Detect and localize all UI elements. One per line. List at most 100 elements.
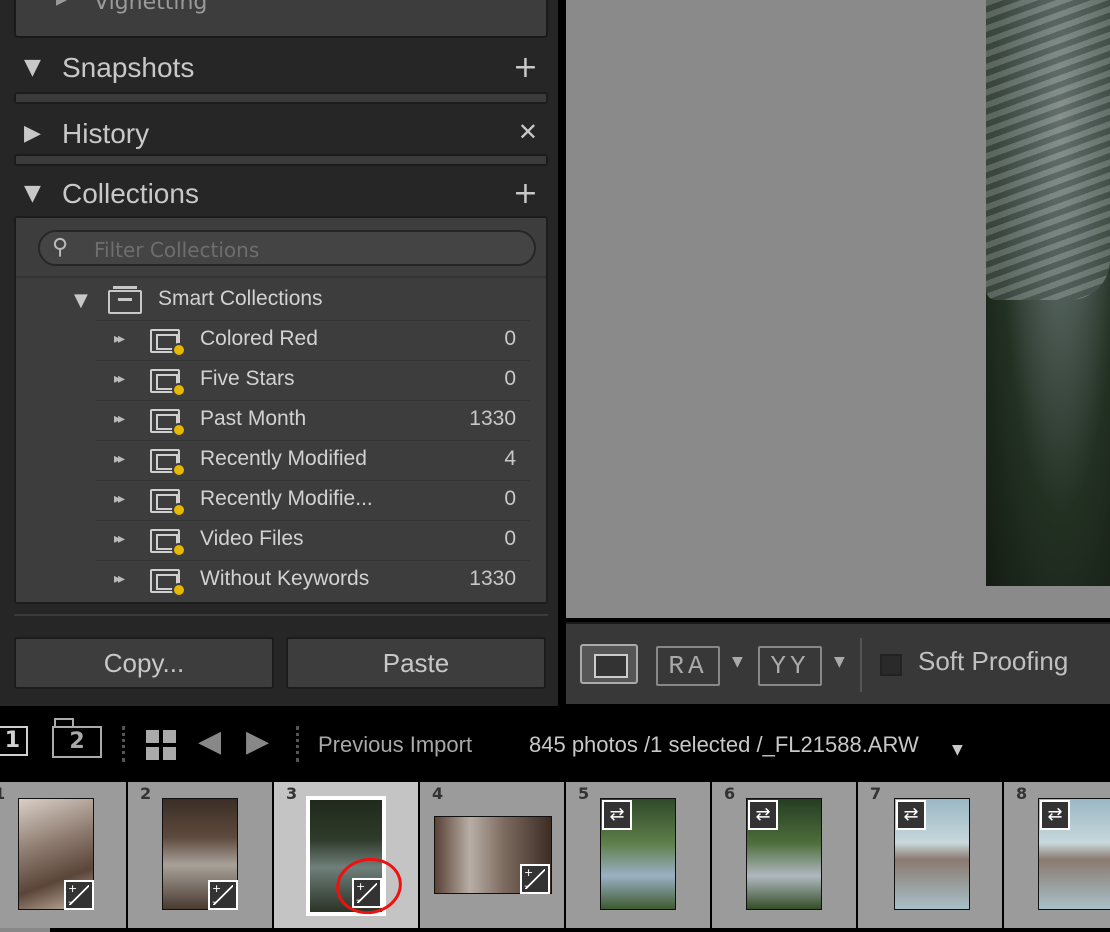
- search-icon: ⚲: [52, 235, 69, 260]
- filmstrip: 1 2 3 4 5 ⇄ 6 ⇄ 7 ⇄ 8 ⇄: [0, 778, 1110, 932]
- history-header[interactable]: ▶ History ✕: [14, 108, 548, 160]
- filmstrip-cell[interactable]: 8 ⇄: [1004, 782, 1110, 928]
- virtual-copy-icon: ⇄: [748, 800, 778, 830]
- filmstrip-scrollbar[interactable]: [0, 928, 50, 932]
- image-viewer[interactable]: [566, 0, 1110, 618]
- filmstrip-cell[interactable]: 7 ⇄: [858, 782, 1002, 928]
- develop-adjustments-icon[interactable]: [64, 880, 94, 910]
- collections-header[interactable]: ▼ Collections +: [14, 168, 548, 220]
- primary-window-button[interactable]: 1: [0, 726, 28, 756]
- chevron-down-icon[interactable]: ▼: [952, 742, 963, 758]
- vignetting-expand-icon[interactable]: ▶: [56, 0, 67, 8]
- loupe-view-icon[interactable]: [580, 644, 638, 684]
- chevron-down-icon[interactable]: ▼: [732, 654, 743, 670]
- snapshots-collapse-icon[interactable]: ▼: [24, 55, 41, 80]
- filter-collections-placeholder: Filter Collections: [94, 238, 260, 262]
- divider: [16, 276, 546, 278]
- smart-collection-item[interactable]: ▸▸ Video Files 0: [96, 520, 530, 560]
- vignetting-label[interactable]: Vignetting: [94, 0, 207, 15]
- smart-collection-label: Video Files: [200, 527, 304, 550]
- cell-number: 7: [870, 784, 882, 803]
- cell-number: 2: [140, 784, 152, 803]
- grid-view-icon[interactable]: [146, 730, 176, 760]
- history-expand-icon[interactable]: ▶: [24, 121, 41, 146]
- smart-collection-item[interactable]: ▸▸ Five Stars 0: [96, 360, 530, 400]
- drag-handle-icon: ▸▸: [114, 571, 125, 587]
- snapshots-header[interactable]: ▼ Snapshots +: [14, 42, 548, 94]
- divider: [296, 726, 299, 762]
- soft-proofing-label[interactable]: Soft Proofing: [918, 646, 1068, 677]
- smart-collection-label: Past Month: [200, 407, 307, 430]
- left-panel: ▶ Vignetting ▼ Snapshots + ▶ History ✕ ▼…: [0, 0, 558, 706]
- virtual-copy-icon: ⇄: [1040, 800, 1070, 830]
- develop-adjustments-icon[interactable]: [520, 864, 550, 894]
- filmstrip-source-label[interactable]: Previous Import: [318, 732, 472, 758]
- cell-number: 5: [578, 784, 590, 803]
- drag-handle-icon: ▸▸: [114, 411, 125, 427]
- copy-settings-button[interactable]: Copy...: [14, 637, 274, 689]
- smart-collection-label: Colored Red: [200, 327, 318, 350]
- before-after-yy-button[interactable]: YY: [758, 646, 822, 686]
- add-collection-button[interactable]: +: [513, 176, 538, 211]
- smart-collection-count: 0: [504, 487, 516, 510]
- drag-handle-icon: ▸▸: [114, 371, 125, 387]
- develop-adjustments-icon[interactable]: [208, 880, 238, 910]
- cell-number: 8: [1016, 784, 1028, 803]
- smart-collection-label: Recently Modifie...: [200, 487, 373, 510]
- smart-collection-count: 0: [504, 367, 516, 390]
- smart-collection-count: 4: [504, 447, 516, 470]
- filmstrip-cell[interactable]: 1: [0, 782, 126, 928]
- collection-set-icon: [108, 286, 142, 314]
- gear-icon: [172, 543, 186, 557]
- back-arrow-icon[interactable]: ◀: [198, 724, 221, 759]
- smart-collection-item[interactable]: ▸▸ Recently Modified 4: [96, 440, 530, 480]
- filmstrip-cell[interactable]: 6 ⇄: [712, 782, 856, 928]
- cell-number: 6: [724, 784, 736, 803]
- smart-collection-count: 0: [504, 327, 516, 350]
- filmstrip-cell[interactable]: 5 ⇄: [566, 782, 710, 928]
- cell-number: 3: [286, 784, 298, 803]
- gear-icon: [172, 423, 186, 437]
- before-after-ra-button[interactable]: RA: [656, 646, 720, 686]
- collections-collapse-icon[interactable]: ▼: [24, 181, 41, 206]
- smart-collection-item[interactable]: ▸▸ Colored Red 0: [96, 320, 530, 360]
- divider: [860, 638, 862, 692]
- snapshots-title: Snapshots: [62, 52, 195, 83]
- filmstrip-count-label[interactable]: 845 photos /1 selected /_FL21588.ARW: [529, 732, 919, 758]
- clear-history-button[interactable]: ✕: [518, 118, 538, 146]
- paste-settings-button[interactable]: Paste: [286, 637, 546, 689]
- gear-icon: [172, 463, 186, 477]
- cell-number: 4: [432, 784, 444, 803]
- collections-title: Collections: [62, 178, 199, 209]
- collections-panel: ⚲ Filter Collections ▼ Smart Collections…: [14, 216, 548, 604]
- snapshots-body: [14, 92, 548, 104]
- smart-collections-set[interactable]: ▼ Smart Collections: [16, 282, 536, 320]
- history-title: History: [62, 118, 150, 149]
- filmstrip-cell[interactable]: 2: [128, 782, 272, 928]
- smart-collection-item[interactable]: ▸▸ Past Month 1330: [96, 400, 530, 440]
- loupe-photo[interactable]: [986, 0, 1110, 586]
- smart-collection-label: Five Stars: [200, 367, 295, 390]
- soft-proofing-checkbox[interactable]: [880, 654, 902, 676]
- forward-arrow-icon[interactable]: ▶: [246, 724, 269, 759]
- gear-icon: [172, 503, 186, 517]
- filmstrip-cell[interactable]: 4: [420, 782, 564, 928]
- chevron-down-icon[interactable]: ▼: [834, 654, 845, 670]
- smart-collections-label: Smart Collections: [158, 287, 323, 310]
- smart-collections-collapse-icon[interactable]: ▼: [74, 290, 88, 311]
- smart-collection-count: 0: [504, 527, 516, 550]
- history-body: [14, 154, 548, 166]
- filter-collections-field[interactable]: ⚲ Filter Collections: [38, 230, 536, 266]
- gear-icon: [172, 343, 186, 357]
- smart-collection-count: 1330: [469, 567, 516, 590]
- secondary-window-button[interactable]: 2: [52, 718, 102, 758]
- divider: [122, 726, 125, 762]
- drag-handle-icon: ▸▸: [114, 451, 125, 467]
- drag-handle-icon: ▸▸: [114, 491, 125, 507]
- smart-collection-item[interactable]: ▸▸ Recently Modifie... 0: [96, 480, 530, 520]
- add-snapshot-button[interactable]: +: [513, 50, 538, 85]
- divider: [14, 614, 548, 616]
- smart-collection-item[interactable]: ▸▸ Without Keywords 1330: [96, 560, 530, 600]
- virtual-copy-icon: ⇄: [602, 800, 632, 830]
- gear-icon: [172, 583, 186, 597]
